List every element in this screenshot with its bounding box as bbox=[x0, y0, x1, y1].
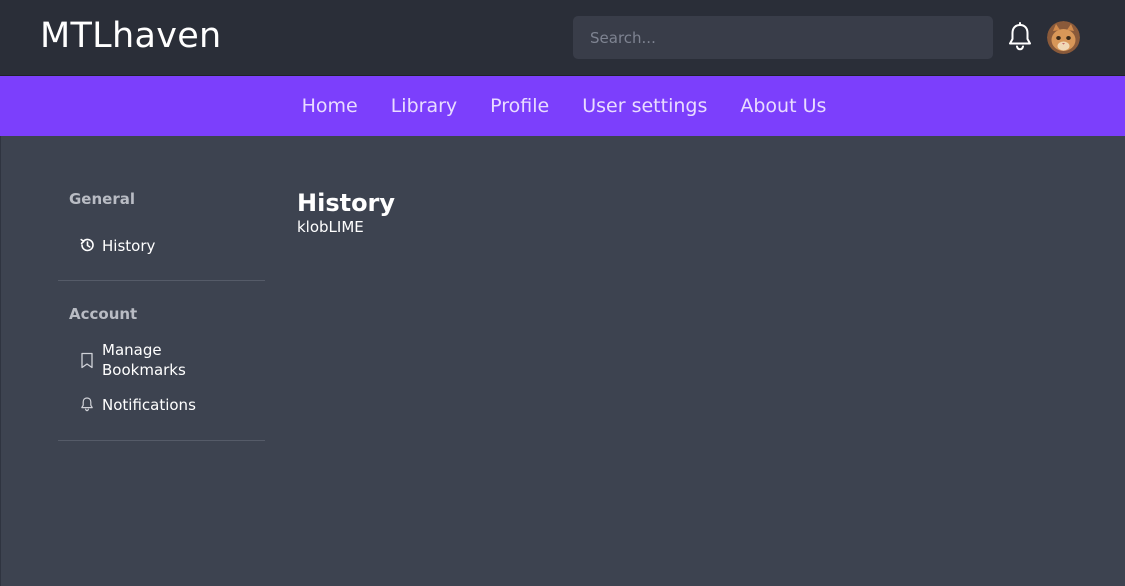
sidebar-divider bbox=[58, 280, 265, 281]
sidebar-divider bbox=[58, 440, 265, 441]
sidebar-item-notifications[interactable]: Notifications bbox=[78, 395, 196, 415]
sidebar-item-history[interactable]: History bbox=[78, 236, 155, 256]
nav-home[interactable]: Home bbox=[302, 95, 358, 117]
sidebar-item-label: Manage Bookmarks bbox=[102, 341, 186, 379]
nav-about-us[interactable]: About Us bbox=[740, 95, 826, 117]
username-label: klobLIME bbox=[297, 218, 364, 236]
page-title: History bbox=[297, 189, 396, 217]
bell-icon[interactable] bbox=[1007, 22, 1033, 52]
section-title-general: General bbox=[69, 190, 135, 208]
nav-profile[interactable]: Profile bbox=[490, 95, 549, 117]
bookmark-icon bbox=[78, 351, 96, 369]
search-input[interactable] bbox=[573, 16, 993, 59]
main-nav: Home Library Profile User settings About… bbox=[0, 76, 1125, 136]
nav-library[interactable]: Library bbox=[391, 95, 457, 117]
bell-icon bbox=[78, 395, 96, 413]
nav-user-settings[interactable]: User settings bbox=[582, 95, 707, 117]
history-panel: History klobLIME bbox=[297, 188, 395, 236]
main-area: General History Account Manage Bookmarks bbox=[0, 136, 1125, 586]
brand-logo[interactable]: MTLhaven bbox=[40, 16, 222, 56]
sidebar-item-label: History bbox=[102, 237, 156, 255]
avatar[interactable] bbox=[1047, 21, 1080, 54]
sidebar-item-manage-bookmarks[interactable]: Manage Bookmarks bbox=[78, 340, 188, 380]
section-title-account: Account bbox=[69, 305, 138, 323]
top-bar: MTLhaven bbox=[0, 0, 1125, 76]
sidebar-item-label: Notifications bbox=[102, 396, 196, 414]
history-icon bbox=[78, 236, 96, 254]
